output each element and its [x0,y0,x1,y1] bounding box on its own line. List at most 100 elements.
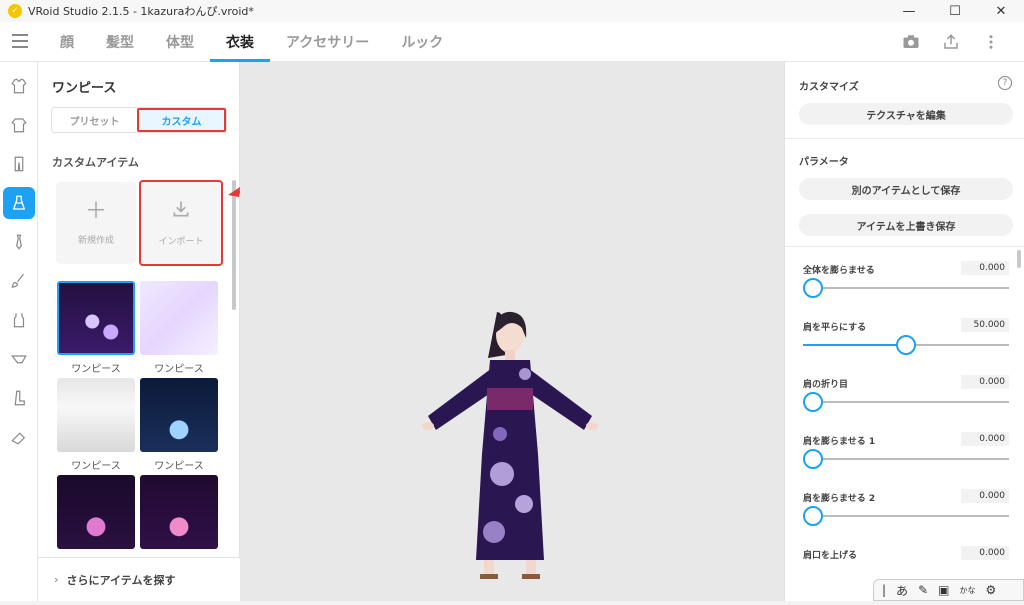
ime-mode[interactable]: あ [896,582,908,599]
more-icon[interactable] [982,33,1000,51]
tab-outfit[interactable]: 衣装 [210,22,270,62]
window-title: VRoid Studio 2.1.5 - 1kazuraわんぴ.vroid* [28,5,254,18]
slider-label: 全体を膨らませる [803,266,875,276]
slider-raise-cuff: 肩口を上げる 0.000 [803,546,1009,578]
shirt-icon[interactable] [3,70,35,102]
import-label: インポート [158,237,204,247]
slider-label: 肩の折り目 [803,380,849,390]
slider-knob[interactable] [896,335,916,355]
item-panel: ワンピース プリセット カスタム カスタムアイテム ＋ 新規作成 インポート ワ… [38,62,240,601]
tab-face[interactable]: 顔 [44,22,90,62]
custom-items-heading: カスタムアイテム [52,156,139,169]
plus-icon: ＋ [84,198,107,224]
slider-label: 肩を平らにする [803,323,867,333]
item-thumbnail[interactable] [140,475,218,549]
help-icon[interactable]: ? [998,76,1012,90]
panel-scrollbar[interactable] [1017,250,1021,268]
customize-panel: カスタマイズ ? テクスチャを編集 パラメータ 別のアイテムとして保存 アイテム… [784,62,1024,601]
panel-title: ワンピース [52,81,117,96]
slider-label: 肩を膨らませる 2 [803,494,876,504]
ime-pad-icon[interactable]: ✎ [918,583,928,597]
slider-track[interactable] [803,458,1009,460]
underwear-icon[interactable] [3,343,35,375]
slider-value[interactable]: 50.000 [961,318,1009,332]
brush-icon[interactable] [3,265,35,297]
overwrite-save-button[interactable]: アイテムを上書き保存 [799,214,1013,236]
chevron-right-icon: › [54,573,59,586]
slider-track[interactable] [803,515,1009,517]
tab-accessory[interactable]: アクセサリー [270,22,385,62]
close-button[interactable]: ✕ [978,0,1024,22]
window-titlebar: ✓ VRoid Studio 2.1.5 - 1kazuraわんぴ.vroid*… [0,0,1024,22]
slider-knob[interactable] [803,392,823,412]
edit-texture-button[interactable]: テクスチャを編集 [799,103,1013,125]
import-button[interactable]: インポート [139,180,223,266]
download-icon [171,199,191,224]
export-icon[interactable] [942,33,960,51]
preset-custom-toggle: プリセット カスタム [51,107,227,133]
slider-knob[interactable] [803,506,823,526]
item-caption: ワンピース [154,364,204,375]
slider-label: 肩を膨らませる 1 [803,437,876,447]
menu-icon[interactable] [12,34,28,48]
slider-shoulder-crease: 肩の折り目 0.000 [803,375,1009,427]
tab-hairstyle[interactable]: 髪型 [90,22,150,62]
panel-scrollbar[interactable] [232,180,236,310]
slider-value[interactable]: 0.000 [961,261,1009,275]
divider [785,246,1024,247]
slider-label: 肩口を上げる [803,551,858,561]
slider-track[interactable] [803,401,1009,403]
item-thumbnail[interactable] [140,378,218,452]
tie-icon[interactable] [3,226,35,258]
tab-look[interactable]: ルック [385,22,459,62]
item-thumbnail[interactable] [57,475,135,549]
boots-icon[interactable] [3,382,35,414]
ime-kana-toggle[interactable]: かな [959,585,975,596]
ime-dictionary-icon[interactable]: ▣ [938,583,949,597]
custom-option[interactable]: カスタム [137,108,226,132]
ime-toolbar: | あ ✎ ▣ かな ⚙ [873,579,1024,601]
slider-value[interactable]: 0.000 [961,546,1009,560]
divider [785,138,1024,139]
find-more-label: さらにアイテムを探す [66,573,176,587]
find-more-items-link[interactable]: › さらにアイテムを探す [38,557,240,601]
onepiece-icon[interactable] [3,187,35,219]
slider-value[interactable]: 0.000 [961,489,1009,503]
ime-divider: | [882,583,887,597]
pants-icon[interactable] [3,148,35,180]
slider-value[interactable]: 0.000 [961,375,1009,389]
slider-track[interactable] [803,287,1009,289]
new-item-label: 新規作成 [77,235,114,246]
item-thumbnail[interactable] [57,378,135,452]
new-item-button[interactable]: ＋ 新規作成 [56,182,136,264]
preset-option[interactable]: プリセット [52,108,137,132]
vroid-logo-icon: ✓ [8,4,22,18]
customize-heading: カスタマイズ [799,82,859,93]
slider-inflate-all: 全体を膨らませる 0.000 [803,261,1009,313]
slider-flatten-shoulder: 肩を平らにする 50.000 [803,318,1009,370]
slider-knob[interactable] [803,278,823,298]
item-thumbnail[interactable] [140,281,218,355]
gear-icon[interactable]: ⚙ [985,583,996,597]
item-caption: ワンピース [71,461,121,472]
model-viewport[interactable] [240,62,784,601]
category-rail [0,62,38,601]
tank-icon[interactable] [3,304,35,336]
maximize-button[interactable]: ☐ [932,0,978,22]
tshirt-icon[interactable] [3,109,35,141]
item-caption: ワンピース [71,364,121,375]
item-thumbnail[interactable] [57,281,135,355]
save-as-new-button[interactable]: 別のアイテムとして保存 [799,178,1013,200]
item-caption: ワンピース [154,461,204,472]
parameters-heading: パラメータ [799,157,849,168]
slider-knob[interactable] [803,449,823,469]
slider-inflate-shoulder-1: 肩を膨らませる 1 0.000 [803,432,1009,484]
slider-fill [803,344,896,346]
shoes-icon[interactable] [3,421,35,453]
top-navigation: 顔 髪型 体型 衣装 アクセサリー ルック [0,22,1024,62]
slider-value[interactable]: 0.000 [961,432,1009,446]
minimize-button[interactable]: — [886,0,932,22]
camera-icon[interactable] [902,33,920,51]
tab-body[interactable]: 体型 [150,22,210,62]
avatar-model [422,311,598,579]
